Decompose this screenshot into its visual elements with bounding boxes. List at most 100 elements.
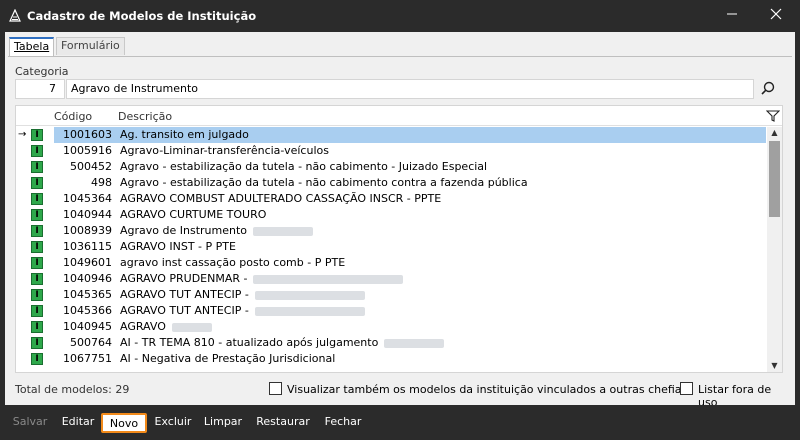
table-row[interactable]: I 500452 Agravo - estabilização da tutela … [16,159,766,175]
table-row[interactable]: I 1005916 Agravo-Liminar-transferência-veí… [16,143,766,159]
row-description: Agravo - estabilização da tutela - não c… [120,159,487,175]
title-bar: Cadastro de Modelos de Instituição [0,0,800,32]
model-type-icon: I [31,193,43,205]
row-description: AGRAVO PRUDENMAR - [120,271,404,287]
new-button[interactable]: Novo [101,413,147,433]
column-header-code[interactable]: Código [54,110,92,123]
row-code: 500764 [70,336,112,349]
row-description-text: AI - Negativa de Prestação Jurisdicional [120,352,336,365]
clear-button[interactable]: Limpar [200,413,246,433]
model-type-icon: I [31,209,43,221]
row-code: 1045364 [63,192,112,205]
row-description: Ag. transito em julgado [120,127,249,143]
redacted-text [253,274,404,284]
table-row[interactable]: I 1045364 AGRAVO COMBUST ADULTERADO CASSAÇ… [16,191,766,207]
row-code: 1001603 [54,127,114,143]
scroll-thumb[interactable] [769,141,780,217]
table-row[interactable]: I 1040946 AGRAVO PRUDENMAR - [16,271,766,287]
search-button[interactable] [758,79,782,99]
total-models-label: Total de modelos: 29 [15,383,130,396]
vertical-scrollbar[interactable]: ▲ ▼ [767,127,782,372]
table-row[interactable]: I 1040944 AGRAVO CURTUME TOURO [16,207,766,223]
row-description-text: AGRAVO TUT ANTECIP - [120,288,249,301]
scroll-down-icon[interactable]: ▼ [767,360,782,372]
row-code: 1049601 [63,256,112,269]
model-type-icon: I [31,225,43,237]
model-type-icon: I [31,273,43,285]
show-linked-checkbox[interactable] [269,382,282,395]
table-row[interactable]: I 1008939 Agravo de Instrumento [16,223,766,239]
row-description-text: AGRAVO COMBUST ADULTERADO CASSAÇÃO INSCR… [120,192,442,205]
row-description: AGRAVO INST - P PTE [120,239,236,255]
save-button[interactable]: Salvar [8,413,52,433]
row-description-text: Agravo - estabilização da tutela - não c… [120,176,528,189]
tab-tabela-label: Tabela [14,40,50,53]
row-description-text: AGRAVO PRUDENMAR - [120,272,248,285]
minimize-icon [727,13,737,15]
tab-formulario-label: Formulário [61,39,120,52]
category-name-field[interactable]: Agravo de Instrumento [66,79,754,99]
search-icon [761,81,775,95]
row-description-text: Agravo - estabilização da tutela - não c… [120,160,488,173]
model-type-icon: I [31,353,43,365]
row-code: 1040946 [63,272,112,285]
show-linked-label[interactable]: Visualizar também os modelos da institui… [287,383,687,396]
close-button[interactable] [754,0,798,32]
row-description-text: AI - TR TEMA 810 - atualizado após julga… [120,336,379,349]
row-description-text: AGRAVO [120,320,166,333]
row-description-text: Ag. transito em julgado [120,128,249,141]
main-content: Tabela Formulário Categoria 7 Agravo de … [5,32,795,409]
edit-button[interactable]: Editar [56,413,100,433]
footer-toolbar: Salvar Editar Novo Excluir Limpar Restau… [0,405,800,440]
tab-formulario[interactable]: Formulário [56,37,125,55]
minimize-button[interactable] [710,0,754,32]
row-code: 1008939 [63,224,112,237]
table-row[interactable]: I 498 Agravo - estabilização da tutela - n… [16,175,766,191]
row-code: 1045366 [63,304,112,317]
redacted-text [171,322,212,332]
row-description: AGRAVO TUT ANTECIP - [120,287,365,303]
row-description: Agravo - estabilização da tutela - não c… [120,175,528,191]
row-description: Agravo de Instrumento [120,223,314,239]
model-type-icon: I [31,129,43,141]
table-row[interactable]: I 1049601 agravo inst cassação posto comb … [16,255,766,271]
tab-panel: Categoria 7 Agravo de Instrumento Código… [8,56,792,409]
row-description: AGRAVO COMBUST ADULTERADO CASSAÇÃO INSCR… [120,191,441,207]
row-description-text: Agravo-Liminar-transferência-veículos [120,144,329,157]
column-header-description[interactable]: Descrição [118,110,172,123]
grid-rows: → I 1001603 Ag. transito em julgado I 1005916… [16,127,766,367]
model-type-icon: I [31,161,43,173]
table-row[interactable]: I 1067751 AI - Negativa de Prestação Juris… [16,351,766,367]
app-logo-icon [9,9,21,22]
app-window: Cadastro de Modelos de Instituição Tabel… [0,0,800,440]
delete-button[interactable]: Excluir [150,413,196,433]
row-code: 498 [91,176,112,189]
model-type-icon: I [31,337,43,349]
table-row[interactable]: → I 1001603 Ag. transito em julgado [16,127,766,143]
tab-tabela[interactable]: Tabela [9,37,55,57]
row-description: AGRAVO CURTUME TOURO [120,207,266,223]
row-code: 1036115 [63,240,112,253]
table-row[interactable]: I 1045366 AGRAVO TUT ANTECIP - [16,303,766,319]
row-description-text: agravo inst cassação posto comb - P PTE [120,256,346,269]
table-row[interactable]: I 1036115 AGRAVO INST - P PTE [16,239,766,255]
row-description: AI - TR TEMA 810 - atualizado após julga… [120,335,445,351]
row-description: Agravo-Liminar-transferência-veículos [120,143,329,159]
category-code-field[interactable]: 7 [15,79,65,99]
list-unused-checkbox[interactable] [680,382,693,395]
category-label: Categoria [15,65,69,78]
model-type-icon: I [31,241,43,253]
row-code: 1040944 [63,208,112,221]
row-description: agravo inst cassação posto comb - P PTE [120,255,345,271]
scroll-up-icon[interactable]: ▲ [767,127,782,139]
row-code: 1045365 [63,288,112,301]
table-row[interactable]: I 500764 AI - TR TEMA 810 - atualizado apó… [16,335,766,351]
filter-icon[interactable] [766,109,780,123]
close-dialog-button[interactable]: Fechar [320,413,366,433]
table-row[interactable]: I 1045365 AGRAVO TUT ANTECIP - [16,287,766,303]
table-row[interactable]: I 1040945 AGRAVO [16,319,766,335]
restore-button[interactable]: Restaurar [252,413,314,433]
row-description: AGRAVO TUT ANTECIP - [120,303,365,319]
row-description-text: AGRAVO INST - P PTE [120,240,236,253]
redacted-text [254,306,365,316]
